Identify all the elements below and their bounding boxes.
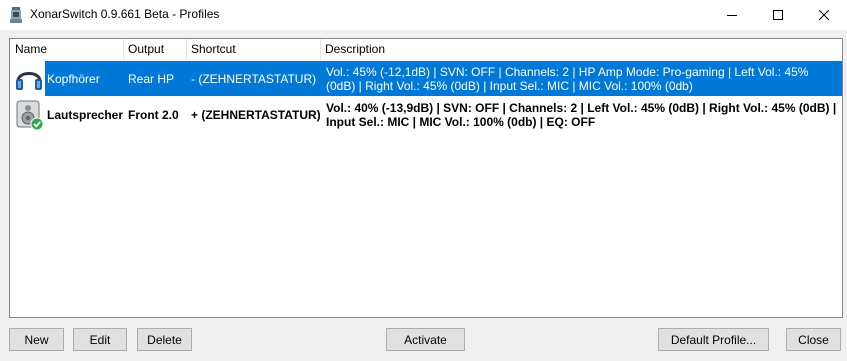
title-bar[interactable]: XonarSwitch 0.9.661 Beta - Profiles — [0, 0, 847, 30]
column-header-name[interactable]: Name — [10, 39, 123, 60]
minimize-button[interactable] — [709, 0, 755, 30]
minimize-icon — [727, 15, 737, 16]
window-title: XonarSwitch 0.9.661 Beta - Profiles — [30, 7, 220, 21]
list-header: Name Output Shortcut Description — [10, 39, 842, 60]
profile-name: Lautsprecher — [47, 107, 124, 122]
app-icon — [10, 7, 22, 23]
close-window-button[interactable] — [801, 0, 847, 30]
headphones-icon — [16, 72, 42, 90]
profile-shortcut: - (ZEHNERTASTATUR) — [191, 71, 317, 86]
new-button[interactable]: New — [9, 328, 64, 351]
column-header-shortcut[interactable]: Shortcut — [186, 39, 320, 60]
edit-button[interactable]: Edit — [73, 328, 127, 351]
maximize-icon — [773, 10, 783, 20]
profile-shortcut: + (ZEHNERTASTATUR) — [191, 107, 321, 122]
profile-output: Rear HP — [128, 71, 175, 86]
profile-output: Front 2.0 — [128, 107, 179, 122]
profile-description: Vol.: 40% (-13,9dB) | SVN: OFF | Channel… — [326, 100, 837, 129]
close-icon — [819, 10, 829, 20]
column-header-description[interactable]: Description — [320, 39, 840, 60]
profile-name: Kopfhörer — [47, 71, 100, 86]
profile-row-kopfhoerer[interactable]: Kopfhörer Rear HP - (ZEHNERTASTATUR) Vol… — [10, 61, 842, 96]
delete-button[interactable]: Delete — [137, 328, 192, 351]
profile-description: Vol.: 45% (-12,1dB) | SVN: OFF | Channel… — [326, 64, 809, 93]
profiles-list[interactable]: Name Output Shortcut Description Kopfhör… — [9, 38, 843, 318]
maximize-button[interactable] — [755, 0, 801, 30]
speaker-icon — [16, 100, 44, 131]
profile-row-lautsprecher[interactable]: Lautsprecher Front 2.0 + (ZEHNERTASTATUR… — [10, 97, 842, 132]
default-profile-button[interactable]: Default Profile... — [658, 328, 769, 351]
activate-button[interactable]: Activate — [386, 328, 465, 351]
close-button[interactable]: Close — [786, 328, 841, 351]
column-header-output[interactable]: Output — [123, 39, 186, 60]
